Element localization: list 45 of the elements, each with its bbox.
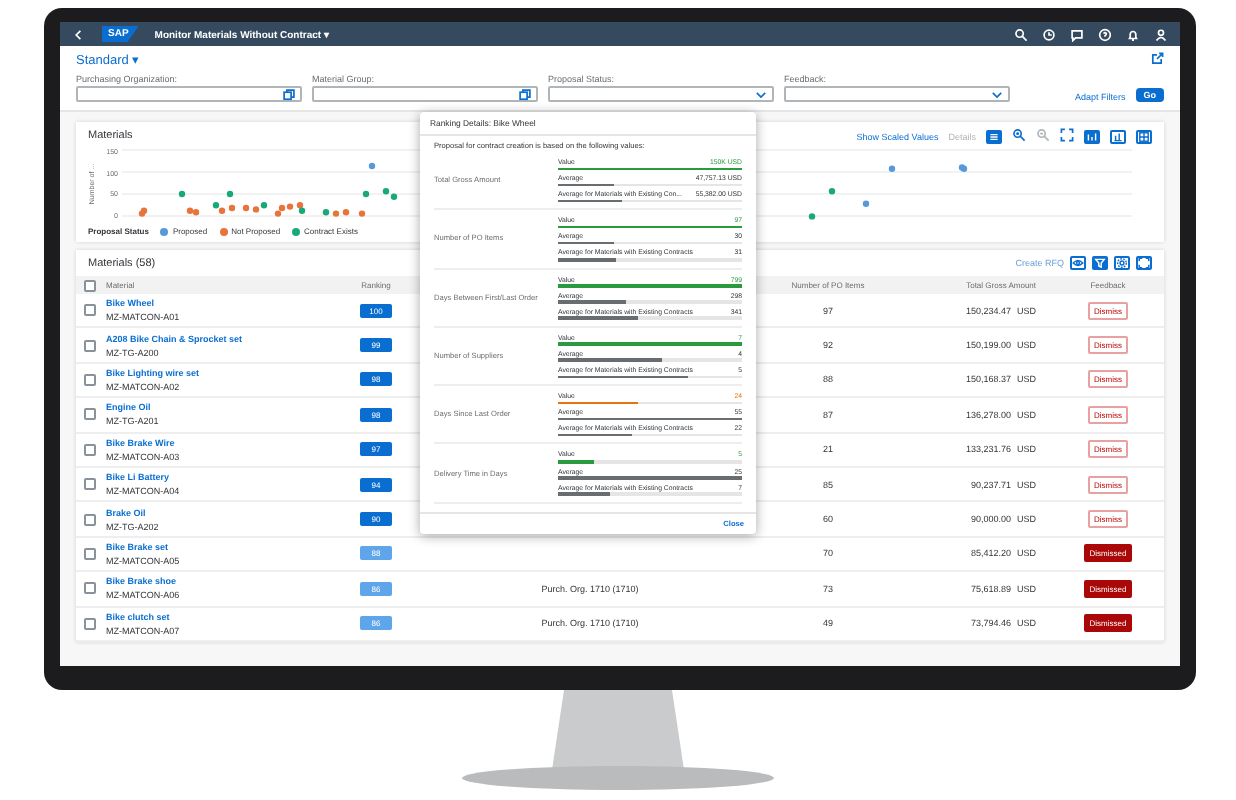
settings-icon	[1116, 256, 1128, 270]
fullscreen-button[interactable]	[1136, 256, 1152, 270]
filter-field[interactable]	[76, 86, 302, 102]
zoom-in-icon[interactable]	[1012, 128, 1026, 142]
row-checkbox[interactable]	[84, 304, 96, 317]
row-checkbox[interactable]	[84, 582, 96, 595]
row-checkbox[interactable]	[84, 547, 96, 560]
back-icon[interactable]	[72, 27, 86, 41]
fullscreen-icon[interactable]	[1060, 128, 1074, 142]
caret-icon[interactable]	[990, 87, 1004, 101]
value-help-icon[interactable]	[518, 87, 532, 101]
row-checkbox[interactable]	[84, 617, 96, 630]
filter-field[interactable]	[784, 86, 1010, 102]
share-icon[interactable]	[1150, 52, 1164, 66]
filter-button[interactable]	[1092, 256, 1108, 270]
search-icon[interactable]	[1014, 27, 1028, 41]
table-icon	[1138, 129, 1150, 143]
chart-view-button[interactable]	[1084, 129, 1100, 143]
list-icon	[988, 129, 1000, 143]
row-checkbox[interactable]	[84, 443, 96, 456]
settings-button[interactable]	[1114, 256, 1130, 270]
row-checkbox[interactable]	[84, 339, 96, 352]
value-help-icon[interactable]	[282, 87, 296, 101]
bar-chart-button[interactable]	[1110, 129, 1126, 143]
table-view-button[interactable]	[1136, 129, 1152, 143]
user-icon[interactable]	[1154, 27, 1168, 41]
eye-icon	[1072, 256, 1084, 270]
bar-chart-icon	[1112, 129, 1124, 143]
select-all-checkbox[interactable]	[84, 279, 96, 291]
fullscreen-icon	[1138, 256, 1150, 270]
clock-icon[interactable]	[1042, 27, 1056, 41]
filter-icon	[1094, 256, 1106, 270]
row-checkbox[interactable]	[84, 478, 96, 491]
chart-icon	[1086, 129, 1098, 143]
bell-icon[interactable]	[1126, 27, 1140, 41]
filter-field[interactable]	[548, 86, 774, 102]
chat-icon[interactable]	[1070, 27, 1084, 41]
row-checkbox[interactable]	[84, 373, 96, 386]
legend-toggle-button[interactable]	[986, 129, 1002, 143]
filter-field[interactable]	[312, 86, 538, 102]
view-button[interactable]	[1070, 256, 1086, 270]
row-checkbox[interactable]	[84, 513, 96, 526]
help-icon[interactable]	[1098, 27, 1112, 41]
caret-icon[interactable]	[754, 87, 768, 101]
row-checkbox[interactable]	[84, 408, 96, 421]
